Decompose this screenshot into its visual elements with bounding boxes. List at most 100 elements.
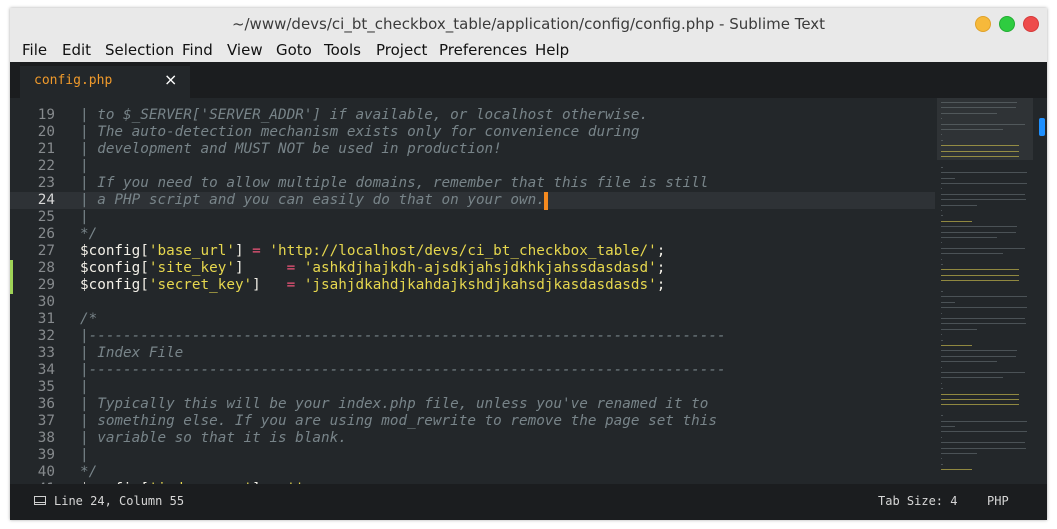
close-icon[interactable]: × xyxy=(164,70,177,89)
code-line[interactable]: 23 | If you need to allow multiple domain… xyxy=(10,175,935,192)
code-line[interactable]: 33 | Index File xyxy=(10,345,935,362)
code-token: */ xyxy=(80,464,98,480)
code-token: | xyxy=(80,379,89,395)
code-line[interactable]: 39 | xyxy=(10,447,935,464)
line-number: 38 xyxy=(37,430,55,446)
minimap-line xyxy=(941,220,973,222)
menu-tools[interactable]: Tools xyxy=(324,41,361,59)
code-token: = xyxy=(286,260,296,276)
code-line[interactable]: 37 | something else. If you are using mod… xyxy=(10,413,935,430)
close-window-button[interactable] xyxy=(1023,16,1039,32)
tab-config-php[interactable]: config.php × xyxy=(20,66,190,98)
code-line[interactable]: 34 |-------------------------------------… xyxy=(10,362,935,379)
minimap-line xyxy=(941,118,943,120)
line-number: 27 xyxy=(37,243,55,259)
minimap-line xyxy=(941,307,1028,309)
code-token: | to $_SERVER['SERVER_ADDR'] if availabl… xyxy=(80,107,649,123)
minimap-line xyxy=(941,301,955,303)
code-editor[interactable]: 19 | to $_SERVER['SERVER_ADDR'] if availa… xyxy=(10,98,935,484)
minimap[interactable] xyxy=(937,98,1033,484)
minimap-line xyxy=(941,123,1025,125)
sublime-window: ~/www/devs/ci_bt_checkbox_table/applicat… xyxy=(10,8,1047,520)
minimap-line xyxy=(941,442,1025,444)
syntax-mode[interactable]: PHP xyxy=(987,494,1009,508)
minimize-button[interactable] xyxy=(975,16,991,32)
minimap-line xyxy=(941,242,943,244)
menu-edit[interactable]: Edit xyxy=(62,41,91,59)
menu-find[interactable]: Find xyxy=(182,41,213,59)
code-line[interactable]: 30 xyxy=(10,294,935,311)
minimap-line xyxy=(941,199,1027,201)
code-line[interactable]: 20 | The auto-detection mechanism exists … xyxy=(10,124,935,141)
menu-help[interactable]: Help xyxy=(535,41,569,59)
code-line[interactable]: 36 | Typically this will be your index.ph… xyxy=(10,396,935,413)
code-line[interactable]: 27 $config['base_url'] = 'http://localhos… xyxy=(10,243,935,260)
code-line[interactable]: 21 | development and MUST NOT be used in … xyxy=(10,141,935,158)
code-line[interactable]: 32 |-------------------------------------… xyxy=(10,328,935,345)
code-token: 'http://localhost/devs/ci_bt_checkbox_ta… xyxy=(269,243,657,259)
line-number: 31 xyxy=(37,311,55,327)
line-number: 32 xyxy=(37,328,55,344)
minimap-line xyxy=(941,350,1017,352)
minimap-line xyxy=(941,215,944,217)
vertical-scrollbar[interactable] xyxy=(1037,98,1047,484)
line-code: | The auto-detection mechanism exists on… xyxy=(80,124,639,141)
line-code: | development and MUST NOT be used in pr… xyxy=(80,141,502,158)
minimap-line xyxy=(941,139,944,141)
line-code: */ xyxy=(80,226,97,243)
minimap-line xyxy=(941,172,1028,174)
minimap-line xyxy=(941,420,1028,422)
minimap-line xyxy=(941,204,977,206)
cursor-position[interactable]: Line 24, Column 55 xyxy=(54,494,184,508)
minimap-line xyxy=(941,399,1020,400)
line-code: $config['site_key'] = 'ashkdjhajkdh-ajsd… xyxy=(80,260,665,277)
code-line[interactable]: 25 | xyxy=(10,209,935,226)
scrollbar-thumb[interactable] xyxy=(1039,118,1045,136)
line-number: 30 xyxy=(37,294,55,310)
code-line[interactable]: 38 | variable so that it is blank. xyxy=(10,430,935,447)
line-number: 39 xyxy=(37,447,55,463)
tab-size[interactable]: Tab Size: 4 xyxy=(878,494,957,508)
minimap-line xyxy=(941,372,1025,373)
minimap-line xyxy=(941,318,1025,319)
minimap-line xyxy=(941,291,944,292)
minimap-line xyxy=(941,296,1028,298)
line-code: | a PHP script and you can easily do tha… xyxy=(80,192,545,209)
code-token: | The auto-detection mechanism exists on… xyxy=(80,124,640,140)
minimap-line xyxy=(941,129,1004,130)
code-line[interactable]: 40 */ xyxy=(10,464,935,481)
menu-project[interactable]: Project xyxy=(376,41,427,59)
maximize-button[interactable] xyxy=(999,16,1015,32)
code-line[interactable]: 31 /* xyxy=(10,311,935,328)
minimap-line xyxy=(941,258,943,260)
code-token: $config[ xyxy=(80,260,149,276)
code-token: $config[ xyxy=(80,277,149,293)
code-line[interactable]: 35 | xyxy=(10,379,935,396)
tab-label: config.php xyxy=(34,73,113,88)
code-line[interactable]: 22 | xyxy=(10,158,935,175)
minimap-line xyxy=(941,237,998,238)
code-token: = xyxy=(286,277,296,293)
line-number: 25 xyxy=(37,209,55,225)
menu-selection[interactable]: Selection xyxy=(105,41,174,59)
code-line[interactable]: 28 $config['site_key'] = 'ashkdjhajkdh-aj… xyxy=(10,260,935,277)
tab-bar: config.php × xyxy=(10,62,1047,98)
menu-file[interactable]: File xyxy=(22,41,47,59)
code-line[interactable]: 26 */ xyxy=(10,226,935,243)
code-line[interactable]: 24 | a PHP script and you can easily do t… xyxy=(10,192,935,210)
minimap-line xyxy=(941,134,943,136)
line-code: | xyxy=(80,209,89,226)
code-line[interactable]: 29 $config['secret_key'] = 'jsahjdkahdjka… xyxy=(10,277,935,294)
minimap-line xyxy=(941,323,1027,325)
code-token: 'site_key' xyxy=(148,260,235,276)
code-token: | something else. If you are using mod_r… xyxy=(80,413,717,429)
panel-toggle-icon[interactable] xyxy=(34,496,46,505)
line-number: 35 xyxy=(37,379,55,395)
code-line[interactable]: 19 | to $_SERVER['SERVER_ADDR'] if availa… xyxy=(10,107,935,124)
code-token: | a PHP script and you can easily do tha… xyxy=(80,192,545,208)
menu-preferences[interactable]: Preferences xyxy=(439,41,527,59)
menu-view[interactable]: View xyxy=(227,41,263,59)
status-bar: Line 24, Column 55 Tab Size: 4 PHP xyxy=(10,484,1047,520)
menu-goto[interactable]: Goto xyxy=(276,41,312,59)
